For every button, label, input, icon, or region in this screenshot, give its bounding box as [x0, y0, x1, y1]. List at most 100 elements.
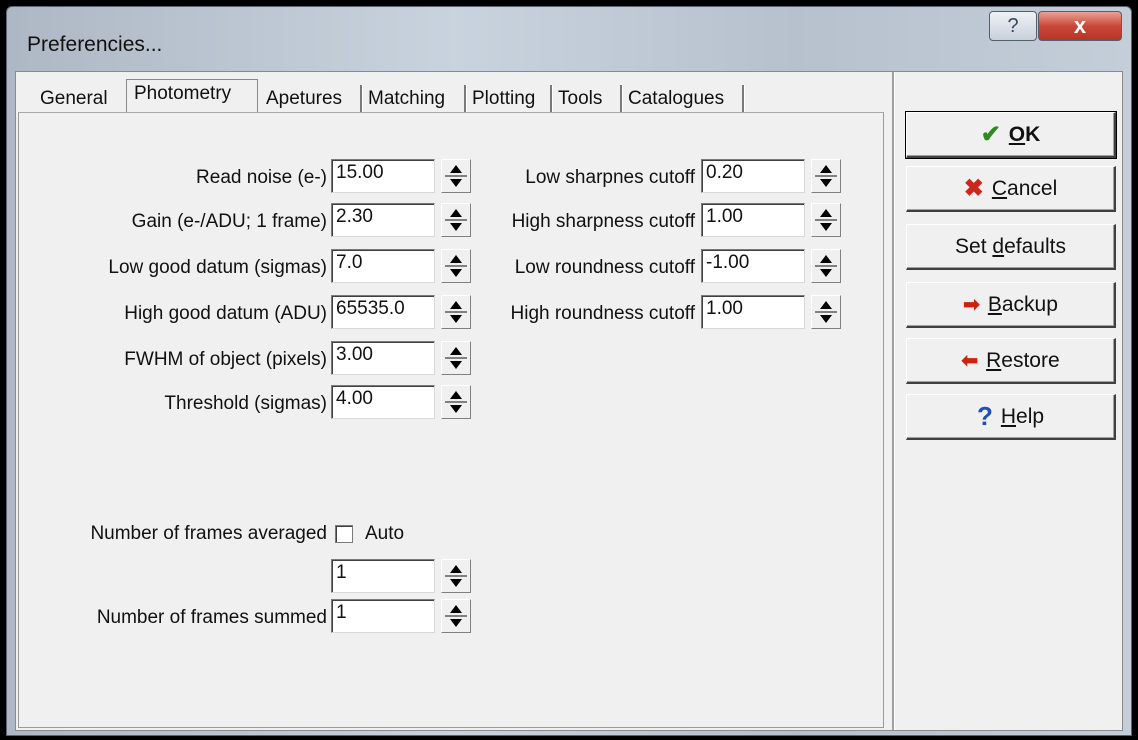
dialog-client: General Photometry Apetures Matching Plo…	[15, 71, 1123, 731]
high-good-datum-input[interactable]: 65535.0	[331, 295, 435, 329]
set-defaults-accel: d	[992, 234, 1005, 258]
high-roundness-input[interactable]: 1.00	[701, 295, 805, 329]
fwhm-spinner[interactable]	[441, 341, 471, 375]
gain-input[interactable]: 2.30	[331, 203, 435, 237]
arrow-up-icon	[820, 301, 832, 309]
arrow-down-icon	[450, 315, 462, 323]
read-noise-spinner[interactable]	[441, 159, 471, 193]
set-defaults-pre: Set	[955, 234, 993, 258]
set-defaults-button[interactable]: Set defaults	[906, 224, 1116, 270]
low-roundness-spinner[interactable]	[811, 249, 841, 283]
arrow-up-icon	[450, 255, 462, 263]
ok-accel: O	[1008, 122, 1026, 146]
backup-icon: ➡	[963, 294, 980, 316]
arrow-up-icon	[450, 565, 462, 573]
checkmark-icon: ✔	[980, 121, 1001, 148]
ok-rest: K	[1025, 122, 1041, 146]
low-good-datum-spinner[interactable]	[441, 249, 471, 283]
question-icon: ?	[976, 401, 993, 431]
fwhm-input[interactable]: 3.00	[331, 341, 435, 375]
title-help-button[interactable]: ?	[989, 11, 1037, 41]
threshold-input[interactable]: 4.00	[331, 385, 435, 419]
high-roundness-label: High roundness cutoff	[510, 303, 696, 324]
help-button[interactable]: ? Help	[906, 394, 1116, 440]
window-title: Preferencies...	[27, 33, 163, 56]
high-sharpness-spinner[interactable]	[811, 203, 841, 237]
arrow-down-icon	[820, 179, 832, 187]
low-roundness-label: Low roundness cutoff	[514, 257, 695, 278]
tab-catalogues[interactable]: Catalogues	[628, 85, 744, 113]
arrow-down-icon	[820, 315, 832, 323]
gain-spinner[interactable]	[441, 203, 471, 237]
cancel-rest: ancel	[1007, 176, 1058, 200]
tab-matching[interactable]: Matching	[368, 85, 466, 113]
arrow-up-icon	[820, 255, 832, 263]
low-sharpness-label: Low sharpnes cutoff	[525, 167, 695, 188]
frames-averaged-label: Number of frames averaged	[90, 523, 327, 544]
arrow-up-icon	[820, 165, 832, 173]
high-good-datum-label: High good datum (ADU)	[124, 303, 327, 324]
help-accel: H	[1000, 404, 1017, 428]
title-bar[interactable]: Preferencies... ? x	[7, 7, 1131, 71]
read-noise-input[interactable]: 15.00	[331, 159, 435, 193]
backup-accel: B	[987, 292, 1002, 316]
ok-button[interactable]: ✔ OK	[905, 111, 1117, 159]
low-good-datum-label: Low good datum (sigmas)	[108, 257, 327, 278]
low-sharpness-spinner[interactable]	[811, 159, 841, 193]
tab-photometry[interactable]: Photometry	[126, 79, 258, 115]
close-icon: x	[1073, 13, 1087, 38]
help-glyph: ?	[1007, 14, 1019, 37]
tab-general[interactable]: General	[40, 85, 128, 113]
close-button[interactable]: x	[1038, 11, 1122, 41]
arrow-down-icon	[820, 269, 832, 277]
low-sharpness-input[interactable]: 0.20	[701, 159, 805, 193]
backup-button[interactable]: ➡ Backup	[906, 282, 1116, 328]
low-roundness-input[interactable]: -1.00	[701, 249, 805, 283]
tab-plotting[interactable]: Plotting	[472, 85, 552, 113]
restore-rest: estore	[1001, 348, 1060, 372]
restore-button[interactable]: ⬅ Restore	[906, 338, 1116, 384]
arrow-up-icon	[450, 301, 462, 309]
high-sharpness-label: High sharpness cutoff	[511, 211, 695, 232]
tab-apetures[interactable]: Apetures	[266, 85, 362, 113]
auto-label: Auto	[365, 523, 405, 544]
photometry-page: Read noise (e-) 15.00 Gain (e-/ADU; 1 fr…	[18, 112, 884, 728]
frames-summed-input[interactable]: 1	[331, 599, 435, 633]
gain-label: Gain (e-/ADU; 1 frame)	[131, 211, 327, 232]
frames-averaged-spinner[interactable]	[441, 559, 471, 593]
arrow-down-icon	[450, 361, 462, 369]
arrow-up-icon	[450, 605, 462, 613]
high-sharpness-input[interactable]: 1.00	[701, 203, 805, 237]
high-good-datum-spinner[interactable]	[441, 295, 471, 329]
read-noise-label: Read noise (e-)	[196, 167, 327, 188]
high-roundness-spinner[interactable]	[811, 295, 841, 329]
frames-averaged-input[interactable]: 1	[331, 559, 435, 593]
threshold-spinner[interactable]	[441, 385, 471, 419]
low-good-datum-input[interactable]: 7.0	[331, 249, 435, 283]
arrow-up-icon	[450, 391, 462, 399]
restore-icon: ⬅	[961, 350, 979, 372]
auto-checkbox[interactable]	[335, 525, 353, 543]
arrow-down-icon	[450, 223, 462, 231]
arrow-down-icon	[450, 269, 462, 277]
arrow-down-icon	[820, 223, 832, 231]
threshold-label: Threshold (sigmas)	[164, 393, 327, 414]
frames-summed-spinner[interactable]	[441, 599, 471, 633]
arrow-down-icon	[450, 579, 462, 587]
arrow-up-icon	[820, 209, 832, 217]
fwhm-label: FWHM of object (pixels)	[124, 349, 327, 370]
set-defaults-rest: efaults	[1004, 234, 1066, 258]
arrow-down-icon	[450, 179, 462, 187]
cancel-button[interactable]: ✖ Cancel	[906, 166, 1116, 212]
arrow-up-icon	[450, 165, 462, 173]
tab-tools[interactable]: Tools	[558, 85, 622, 113]
arrow-down-icon	[450, 619, 462, 627]
preferences-window: Preferencies... ? x General Photometry A…	[6, 6, 1132, 736]
vertical-divider	[892, 72, 895, 730]
frames-summed-label: Number of frames summed	[96, 607, 327, 628]
arrow-up-icon	[450, 209, 462, 217]
backup-rest: ackup	[1001, 292, 1058, 316]
help-rest: elp	[1016, 404, 1045, 428]
cross-icon: ✖	[963, 175, 984, 202]
arrow-down-icon	[450, 405, 462, 413]
